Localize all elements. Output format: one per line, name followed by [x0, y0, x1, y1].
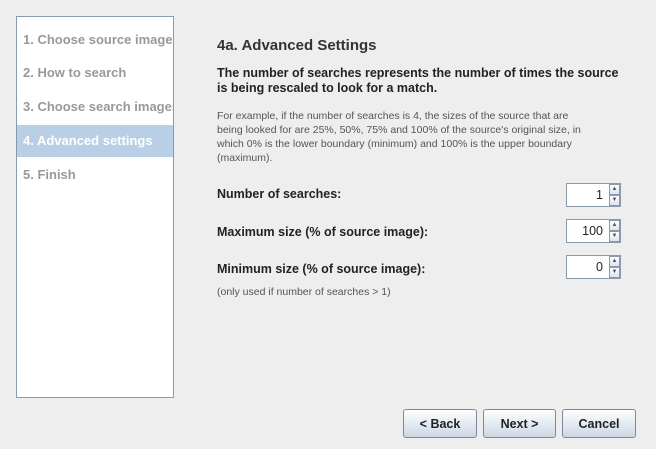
step-how-to-search[interactable]: 2. How to search	[17, 57, 173, 89]
triangle-up-icon[interactable]: ▲	[609, 256, 620, 267]
triangle-down-icon[interactable]: ▼	[609, 195, 620, 206]
maximum-size-input[interactable]	[567, 220, 606, 242]
triangle-down-icon[interactable]: ▼	[609, 267, 620, 278]
minimum-size-label: Minimum size (% of source image):	[217, 262, 426, 276]
description-text: The number of searches represents the nu…	[217, 66, 619, 95]
number-of-searches-input[interactable]	[567, 184, 606, 206]
minimum-size-spinner: ▲ ▼	[566, 255, 621, 279]
maximum-size-label: Maximum size (% of source image):	[217, 225, 429, 239]
number-of-searches-label: Number of searches:	[217, 187, 342, 201]
searches-note: (only used if number of searches > 1)	[217, 286, 391, 298]
step-choose-source-image[interactable]: 1. Choose source image	[17, 24, 173, 56]
page-title: 4a. Advanced Settings	[217, 37, 377, 54]
next-button[interactable]: Next >	[483, 409, 556, 438]
cancel-button[interactable]: Cancel	[562, 409, 636, 438]
example-text: For example, if the number of searches i…	[217, 110, 581, 164]
step-finish[interactable]: 5. Finish	[17, 159, 173, 191]
step-advanced-settings[interactable]: 4. Advanced settings	[17, 125, 173, 157]
wizard-steps-list: 1. Choose source image 2. How to search …	[16, 16, 174, 398]
number-of-searches-spinner: ▲ ▼	[566, 183, 621, 207]
back-button[interactable]: < Back	[403, 409, 477, 438]
triangle-up-icon[interactable]: ▲	[609, 184, 620, 195]
maximum-size-spinner: ▲ ▼	[566, 219, 621, 243]
triangle-down-icon[interactable]: ▼	[609, 231, 620, 242]
minimum-size-input[interactable]	[567, 256, 606, 278]
step-choose-search-images[interactable]: 3. Choose search images	[17, 91, 173, 123]
triangle-up-icon[interactable]: ▲	[609, 220, 620, 231]
